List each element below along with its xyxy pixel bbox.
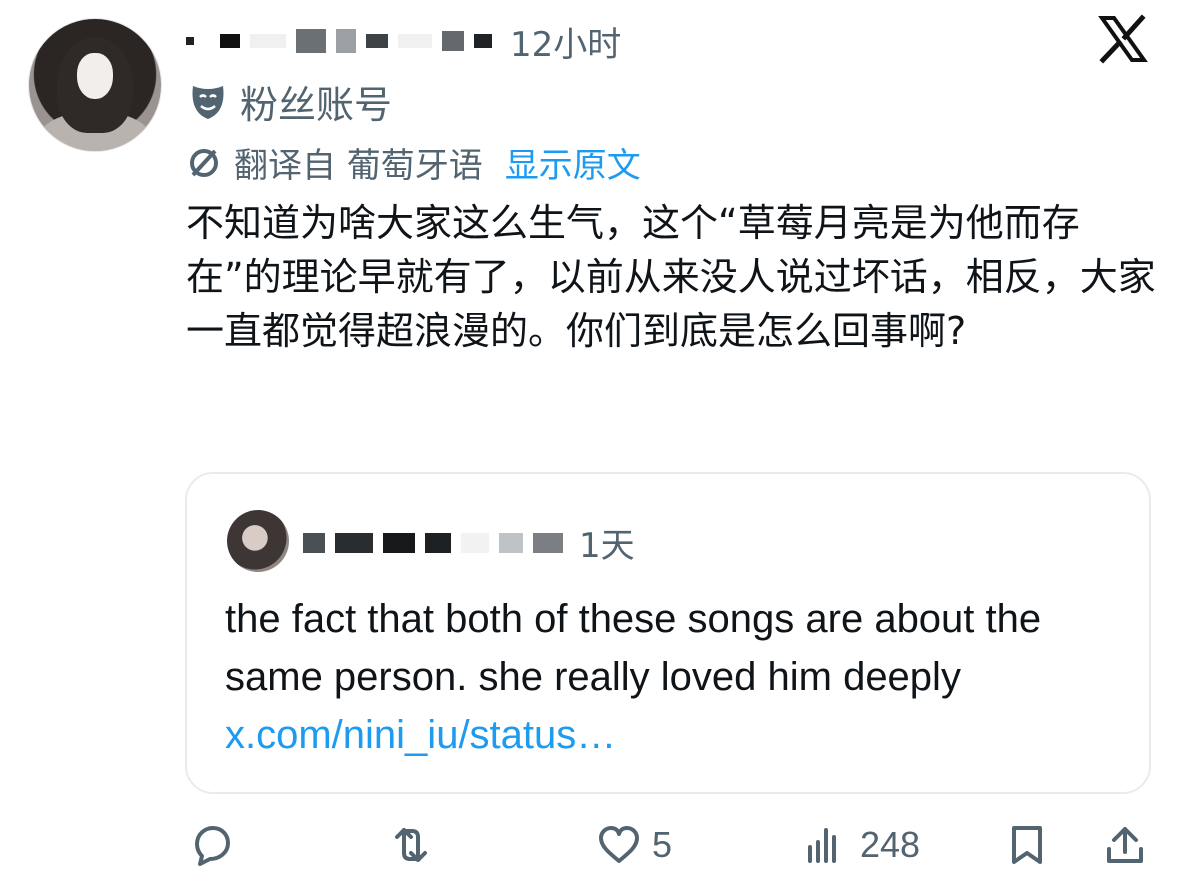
share-button[interactable] <box>1102 822 1148 868</box>
account-badge-row: 粉丝账号 <box>188 74 392 129</box>
quoted-author-avatar[interactable] <box>227 510 289 572</box>
redacted-name-block <box>186 37 194 45</box>
quoted-post-card[interactable]: 1天 the fact that both of these songs are… <box>185 472 1151 794</box>
share-icon <box>1107 827 1143 863</box>
bookmark-icon <box>1012 826 1042 864</box>
redacted-name-block <box>335 532 373 553</box>
mask-icon <box>192 85 224 119</box>
action-bar: 5 248 <box>0 812 1179 872</box>
redacted-name-block <box>296 29 326 53</box>
author-avatar[interactable] <box>28 18 162 152</box>
bookmark-button[interactable] <box>1004 822 1050 868</box>
like-button[interactable]: 5 <box>596 822 672 868</box>
post-timestamp[interactable]: 12小时 <box>510 17 621 66</box>
repost-button[interactable] <box>388 822 434 868</box>
views-button[interactable]: 248 <box>804 822 920 868</box>
translation-row: 翻译自 葡萄牙语 显示原文 <box>186 138 641 187</box>
repost-icon <box>395 828 427 862</box>
quoted-post-body: the fact that both of these songs are ab… <box>225 597 1042 699</box>
author-name-row: 12小时 <box>186 16 621 66</box>
redacted-name-block <box>366 34 388 48</box>
redacted-name-block <box>442 31 464 51</box>
quoted-author-row: 1天 <box>303 518 635 567</box>
quoted-post-timestamp[interactable]: 1天 <box>579 518 635 567</box>
account-badge-label: 粉丝账号 <box>240 83 393 127</box>
redacted-name-block <box>499 532 523 553</box>
post-text: 不知道为啥大家这么生气，这个“草莓月亮是为他而存在”的理论早就有了，以前从来没人… <box>186 201 1156 353</box>
show-original-link[interactable]: 显示原文 <box>505 138 641 187</box>
redacted-name-block <box>303 532 325 553</box>
quoted-post-text: the fact that both of these songs are ab… <box>225 590 1125 764</box>
avatar-face-shape <box>77 53 113 99</box>
redacted-name-block <box>383 532 415 553</box>
reply-button[interactable] <box>188 822 234 868</box>
quoted-post-link[interactable]: x.com/nini_iu/status… <box>225 713 616 757</box>
reply-icon <box>195 826 230 866</box>
translate-icon <box>190 148 218 177</box>
redacted-name-block <box>398 34 432 48</box>
redacted-name-block <box>250 34 286 48</box>
translated-from-label: 翻译自 葡萄牙语 <box>234 146 483 186</box>
redacted-name-block <box>533 532 563 553</box>
redacted-name-block <box>220 34 240 48</box>
heart-icon <box>599 826 639 863</box>
like-count: 5 <box>652 824 673 865</box>
redacted-name-block <box>425 532 451 553</box>
x-logo-icon[interactable] <box>1098 14 1148 64</box>
redacted-name-block <box>336 29 356 53</box>
view-count: 248 <box>860 824 921 865</box>
redacted-name-block <box>474 34 492 48</box>
views-icon <box>808 828 836 863</box>
redacted-name-block <box>461 532 489 553</box>
